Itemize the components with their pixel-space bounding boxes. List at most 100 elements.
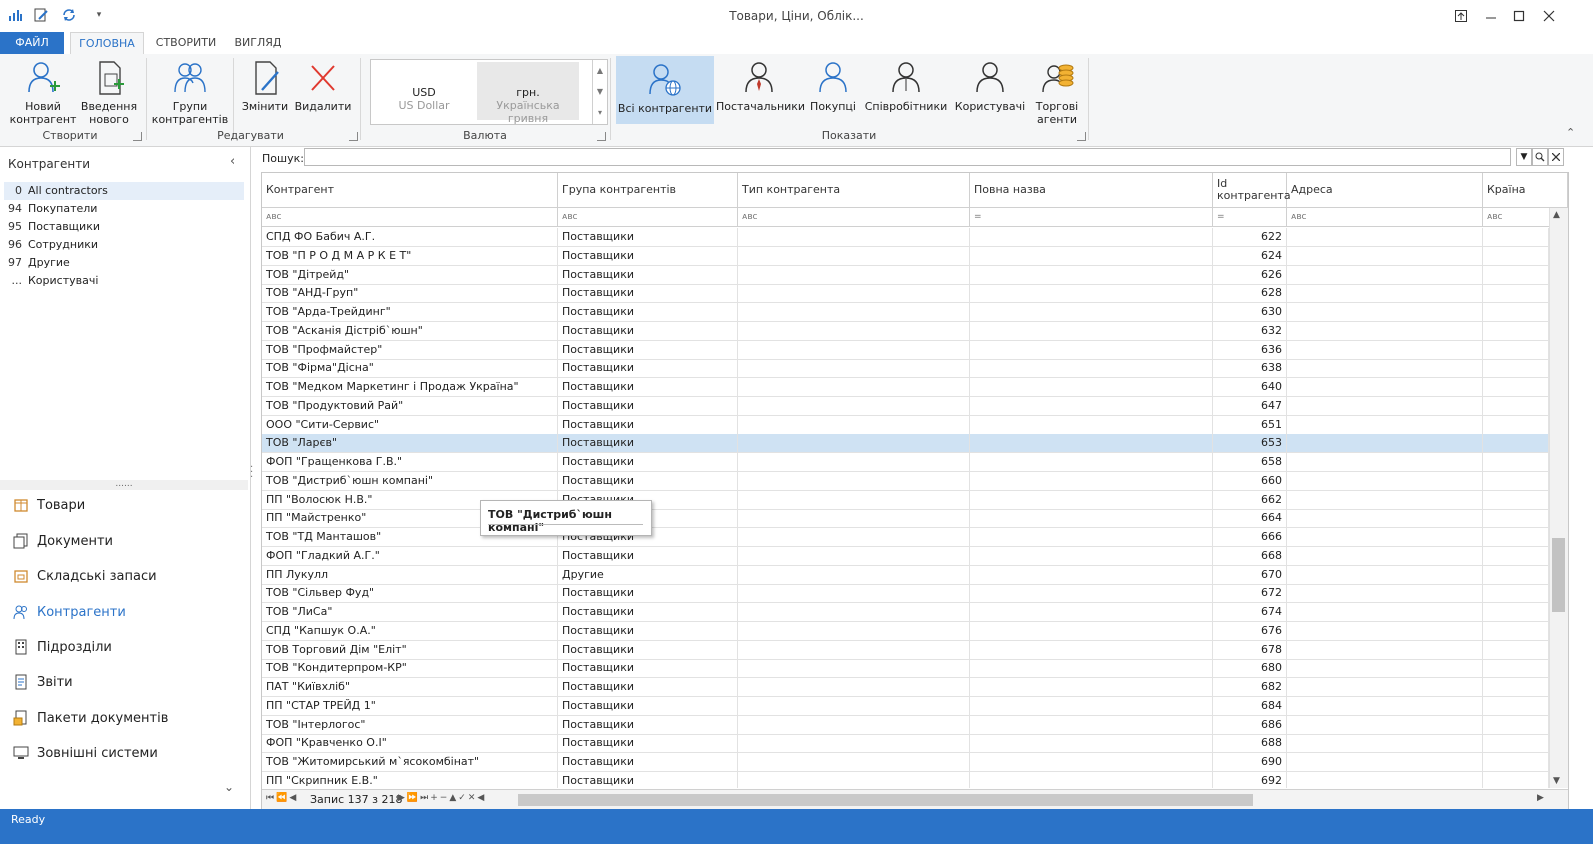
maximize-icon[interactable] bbox=[1504, 4, 1534, 28]
next-record-icon[interactable]: ▶ bbox=[398, 793, 407, 803]
cell-full-name[interactable] bbox=[970, 771, 1213, 788]
cell-address[interactable] bbox=[1287, 490, 1483, 509]
cell-group[interactable]: Поставщики bbox=[558, 228, 738, 246]
cell-type[interactable] bbox=[738, 415, 970, 434]
cell-counterparty[interactable]: ООО "Сити-Сервис" bbox=[262, 415, 558, 434]
cell-counterparty[interactable]: ПП "Скрипник Е.В." bbox=[262, 771, 558, 788]
table-row[interactable]: ТОВ "Медком Маркетинг і Продаж Україна" П… bbox=[262, 378, 1549, 397]
table-row[interactable]: ТОВ Торговий Дім "Еліт" Поставщики 678 bbox=[262, 640, 1549, 660]
cell-country[interactable] bbox=[1483, 303, 1549, 321]
cell-full-name[interactable] bbox=[970, 265, 1213, 284]
table-row[interactable]: ТОВ "Ларєв" Поставщики 653 bbox=[262, 434, 1549, 454]
tab-create[interactable]: СТВОРИТИ bbox=[150, 32, 222, 54]
cell-country[interactable] bbox=[1483, 284, 1549, 303]
cell-group[interactable]: Поставщики bbox=[558, 584, 738, 603]
table-row[interactable]: ТОВ "Інтерлогос" Поставщики 686 bbox=[262, 715, 1549, 735]
cell-type[interactable] bbox=[738, 453, 970, 471]
cell-group[interactable]: Поставщики bbox=[558, 396, 738, 415]
cell-group[interactable]: Поставщики bbox=[558, 753, 738, 771]
cell-group[interactable]: Поставщики bbox=[558, 303, 738, 321]
cell-type[interactable] bbox=[738, 565, 970, 584]
prev-record-icon[interactable]: ◀ bbox=[289, 793, 298, 803]
cell-group[interactable]: Поставщики bbox=[558, 471, 738, 490]
table-row[interactable]: ФОП "Кравченко О.І" Поставщики 688 bbox=[262, 734, 1549, 754]
cell-group[interactable]: Поставщики bbox=[558, 246, 738, 265]
cell-full-name[interactable] bbox=[970, 621, 1213, 640]
last-record-icon[interactable]: ⏭ bbox=[420, 793, 430, 803]
cell-address[interactable] bbox=[1287, 228, 1483, 246]
cell-id[interactable]: 660 bbox=[1213, 471, 1287, 490]
search-input[interactable] bbox=[304, 148, 1511, 166]
cell-id[interactable]: 638 bbox=[1213, 359, 1287, 378]
cell-country[interactable] bbox=[1483, 546, 1549, 565]
cell-group[interactable]: Поставщики bbox=[558, 659, 738, 678]
table-row[interactable]: ТОВ "Фірма"Дісна" Поставщики 638 bbox=[262, 359, 1549, 379]
cell-country[interactable] bbox=[1483, 659, 1549, 678]
cell-address[interactable] bbox=[1287, 621, 1483, 640]
table-row[interactable]: ТОВ "Арда-Трейдинг" Поставщики 630 bbox=[262, 303, 1549, 322]
currency-selector[interactable]: USD US Dollar грн. Українська гривня ▲ ▼… bbox=[370, 59, 608, 125]
cell-country[interactable] bbox=[1483, 378, 1549, 396]
cell-country[interactable] bbox=[1483, 528, 1549, 546]
edit-button[interactable]: Змінити bbox=[238, 58, 292, 113]
cell-group[interactable]: Поставщики bbox=[558, 621, 738, 640]
cell-id[interactable]: 630 bbox=[1213, 303, 1287, 321]
cell-country[interactable] bbox=[1483, 359, 1549, 378]
cell-full-name[interactable] bbox=[970, 471, 1213, 490]
nav-counterparties[interactable]: Контрагенти bbox=[12, 597, 237, 627]
cell-group[interactable]: Поставщики bbox=[558, 734, 738, 753]
sales-agents-button[interactable]: Торгові агенти bbox=[1030, 58, 1084, 126]
cell-id[interactable]: 626 bbox=[1213, 265, 1287, 284]
cell-country[interactable] bbox=[1483, 434, 1549, 453]
cell-full-name[interactable] bbox=[970, 359, 1213, 378]
cell-counterparty[interactable]: ТОВ "Медком Маркетинг і Продаж Україна" bbox=[262, 378, 558, 396]
cell-counterparty[interactable]: ТОВ "П Р О Д М А Р К Е Т" bbox=[262, 246, 558, 265]
cell-type[interactable] bbox=[738, 696, 970, 715]
nav-reports[interactable]: Звіти bbox=[12, 667, 237, 697]
cell-address[interactable] bbox=[1287, 509, 1483, 528]
cell-id[interactable]: 692 bbox=[1213, 771, 1287, 788]
scroll-right-icon[interactable]: ▶ bbox=[1537, 793, 1544, 803]
scroll-left-icon[interactable]: ◀ bbox=[477, 793, 486, 803]
cell-id[interactable]: 676 bbox=[1213, 621, 1287, 640]
cell-full-name[interactable] bbox=[970, 715, 1213, 734]
cell-country[interactable] bbox=[1483, 490, 1549, 509]
cell-full-name[interactable] bbox=[970, 321, 1213, 340]
cell-country[interactable] bbox=[1483, 771, 1549, 788]
cell-counterparty[interactable]: ФОП "Гращенкова Г.В." bbox=[262, 453, 558, 471]
cell-full-name[interactable] bbox=[970, 753, 1213, 771]
table-row[interactable]: ПП "Майстренко"Поставщики664 bbox=[262, 509, 1549, 529]
users-button[interactable]: Користувачі bbox=[952, 58, 1028, 113]
cell-country[interactable] bbox=[1483, 734, 1549, 753]
cell-id[interactable]: 680 bbox=[1213, 659, 1287, 678]
collapse-panel-icon[interactable]: ‹ bbox=[230, 154, 235, 169]
cell-type[interactable] bbox=[738, 228, 970, 246]
cell-id[interactable]: 628 bbox=[1213, 284, 1287, 303]
table-row[interactable]: ПП Лукулл Другие 670 bbox=[262, 565, 1549, 585]
cell-id[interactable]: 682 bbox=[1213, 678, 1287, 696]
cell-id[interactable]: 624 bbox=[1213, 246, 1287, 265]
cell-full-name[interactable] bbox=[970, 228, 1213, 246]
cell-counterparty[interactable]: ТОВ "ЛиСа" bbox=[262, 603, 558, 621]
vertical-scrollbar[interactable]: ▲ ▼ bbox=[1549, 208, 1568, 788]
cell-counterparty[interactable]: ТОВ "Продуктовий Рай" bbox=[262, 396, 558, 415]
nav-documents[interactable]: Документи bbox=[12, 526, 237, 556]
cell-address[interactable] bbox=[1287, 603, 1483, 621]
cell-full-name[interactable] bbox=[970, 415, 1213, 434]
text-filter-icon[interactable]: ᴀʙc bbox=[262, 208, 558, 226]
cell-full-name[interactable] bbox=[970, 509, 1213, 528]
cell-full-name[interactable] bbox=[970, 584, 1213, 603]
cell-type[interactable] bbox=[738, 265, 970, 284]
cell-type[interactable] bbox=[738, 340, 970, 359]
column-header-country[interactable]: Країна bbox=[1483, 173, 1568, 207]
cell-address[interactable] bbox=[1287, 696, 1483, 715]
table-row[interactable]: ТОВ "АНД-Груп" Поставщики 628 bbox=[262, 284, 1549, 304]
cell-type[interactable] bbox=[738, 471, 970, 490]
cell-address[interactable] bbox=[1287, 265, 1483, 284]
cell-id[interactable]: 678 bbox=[1213, 640, 1287, 659]
cell-id[interactable]: 636 bbox=[1213, 340, 1287, 359]
cell-group[interactable]: Поставщики bbox=[558, 378, 738, 396]
table-row[interactable]: СПД ФО Бабич А.Г. Поставщики 622 bbox=[262, 228, 1549, 247]
cell-address[interactable] bbox=[1287, 471, 1483, 490]
vertical-splitter-grip[interactable]: · · · bbox=[250, 463, 253, 483]
